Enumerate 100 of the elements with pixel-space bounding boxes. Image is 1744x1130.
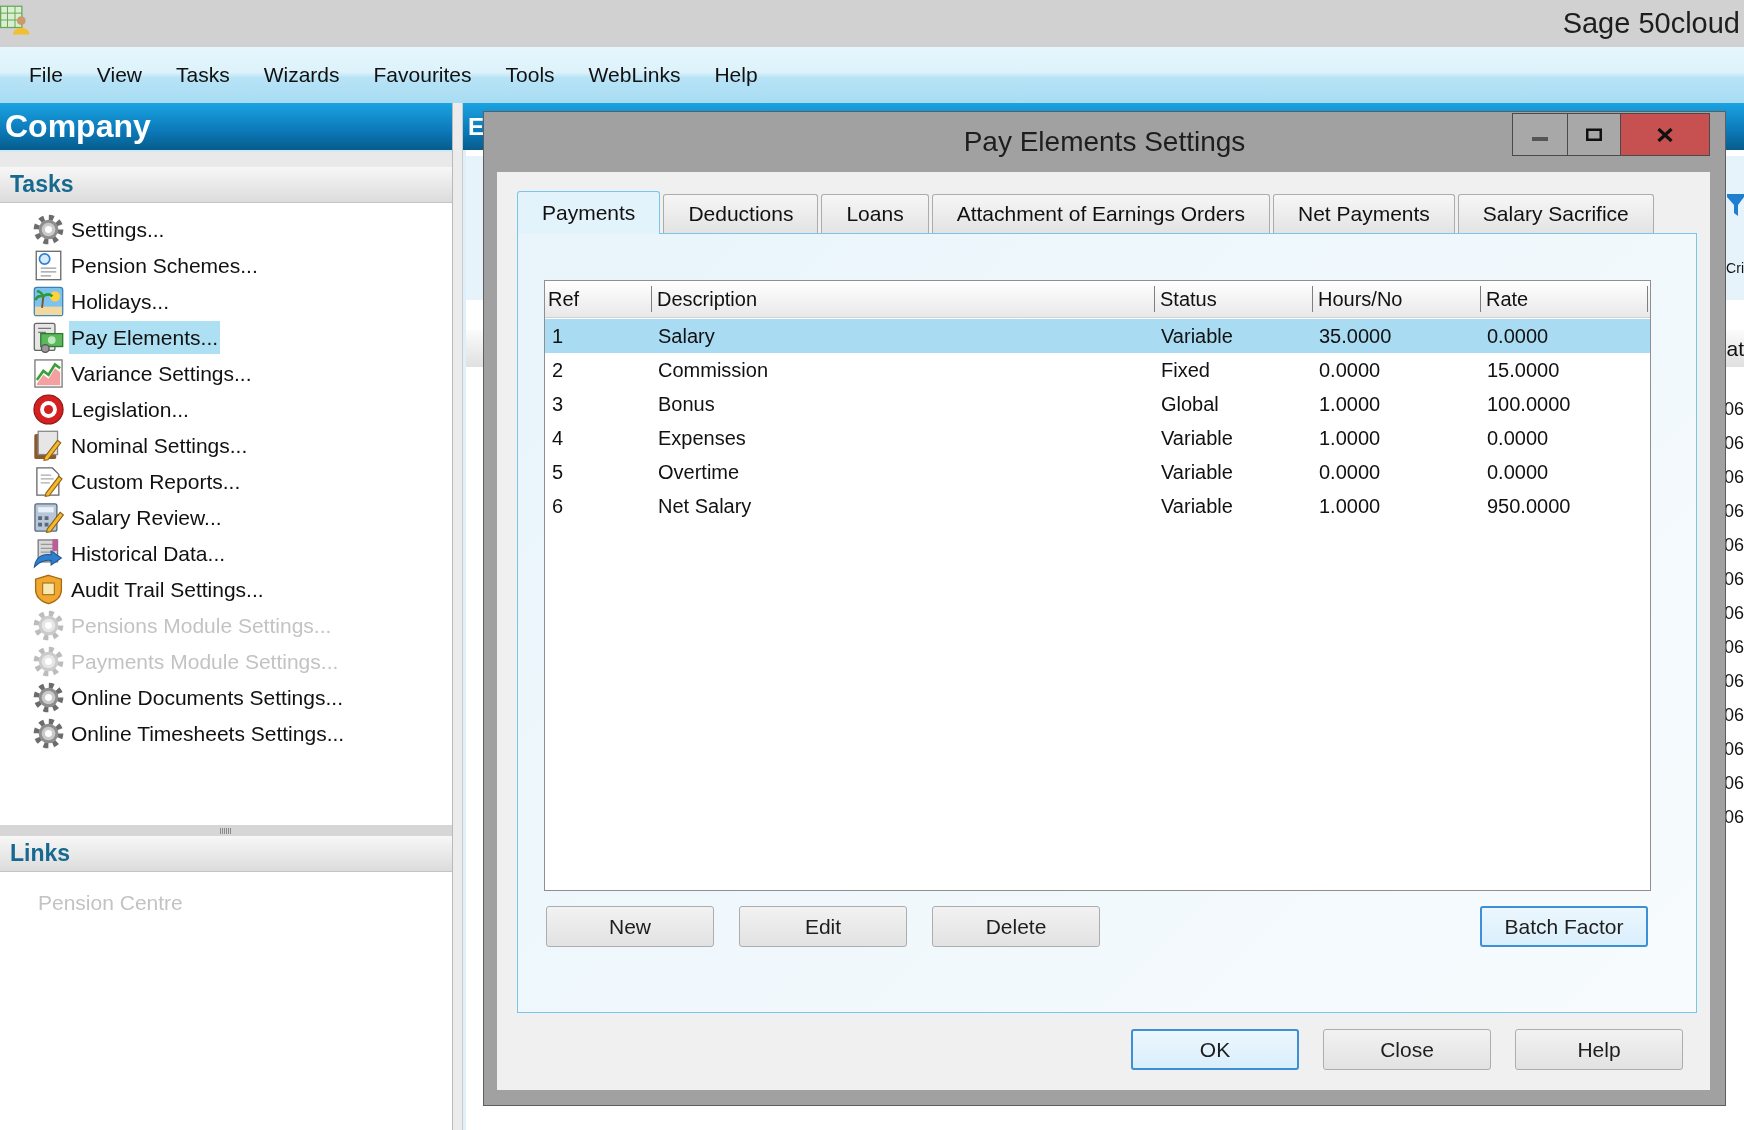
- new-button[interactable]: New: [546, 906, 714, 947]
- tab[interactable]: Payments: [517, 191, 661, 234]
- shield-icon: [33, 573, 64, 605]
- delete-button[interactable]: Delete: [932, 906, 1100, 947]
- column-header[interactable]: Description: [651, 286, 1154, 312]
- task-link[interactable]: Online Documents Settings...: [69, 680, 345, 714]
- tab[interactable]: Loans: [821, 194, 929, 233]
- table-cell-text: Net Salary: [657, 494, 753, 518]
- grid-person-icon: [0, 4, 30, 35]
- column-header[interactable]: at: [1726, 336, 1744, 361]
- table-cell-text: 0.0000: [1318, 460, 1382, 484]
- table-cell-text: Global: [1160, 392, 1220, 416]
- task-link[interactable]: Variance Settings...: [69, 356, 254, 390]
- table-cell-text: Variable: [1160, 460, 1234, 484]
- table-row[interactable]: 2 Commission Fixed 0.0000 15.0000: [545, 353, 1650, 387]
- close-button[interactable]: Close: [1323, 1029, 1491, 1070]
- help-button[interactable]: Help: [1515, 1029, 1683, 1070]
- table-row[interactable]: 6 Net Salary Variable 1.0000 950.0000: [545, 489, 1650, 523]
- table-cell-text: 5: [551, 460, 565, 484]
- menu-item[interactable]: Help: [697, 60, 775, 90]
- task-link[interactable]: Holidays...: [69, 284, 172, 318]
- gear-icon: [33, 717, 64, 749]
- gear-icon: [33, 681, 64, 713]
- menu-item[interactable]: View: [79, 60, 159, 90]
- section-title: Tasks: [10, 171, 74, 198]
- column-header[interactable]: Rate: [1480, 286, 1648, 312]
- table-cell-text: Variable: [1160, 426, 1234, 450]
- menu-item[interactable]: Favourites: [356, 60, 489, 90]
- table-cell-text: 3: [551, 392, 565, 416]
- column-header[interactable]: Status: [1154, 286, 1312, 312]
- minimize-icon: [1532, 136, 1548, 141]
- menu-item[interactable]: Wizards: [246, 60, 357, 90]
- document-icon: [33, 249, 64, 281]
- table-cell-text: 950.0000: [1486, 494, 1572, 518]
- close-icon: [1657, 127, 1673, 142]
- sidebar-title: Company: [5, 108, 151, 145]
- panel-title: E: [468, 112, 484, 141]
- filter-label: Cri: [1726, 260, 1744, 276]
- menu-item[interactable]: Tasks: [159, 60, 247, 90]
- tab[interactable]: Deductions: [663, 194, 819, 233]
- table-row[interactable]: 3 Bonus Global 1.0000 100.0000: [545, 387, 1650, 421]
- table-cell-text: Expenses: [657, 426, 747, 450]
- task-link[interactable]: Audit Trail Settings...: [69, 572, 266, 606]
- document-pencil-icon: [33, 465, 64, 497]
- table-cell-text: Overtime: [657, 460, 741, 484]
- table-cell-text: 0.0000: [1486, 460, 1550, 484]
- banknote-icon: [33, 321, 64, 353]
- maximize-button[interactable]: [1568, 113, 1621, 156]
- notebook-pencil-icon: [33, 429, 64, 461]
- task-link[interactable]: Historical Data...: [69, 536, 228, 570]
- minimize-button[interactable]: [1512, 113, 1568, 156]
- document-arrow-icon: [33, 537, 64, 569]
- table-cell-text: 0.0000: [1486, 426, 1550, 450]
- table-row[interactable]: 4 Expenses Variable 1.0000 0.0000: [545, 421, 1650, 455]
- tab[interactable]: Salary Sacrifice: [1457, 194, 1654, 233]
- table-cell-text: 0.0000: [1486, 324, 1550, 348]
- table-cell-text: 100.0000: [1486, 392, 1572, 416]
- gear-icon: [33, 609, 64, 641]
- task-link[interactable]: Custom Reports...: [69, 464, 243, 498]
- task-link[interactable]: Pension Schemes...: [69, 248, 260, 282]
- dialog-title: Pay Elements Settings: [963, 125, 1246, 159]
- batch-factor-button[interactable]: Batch Factor: [1480, 906, 1648, 947]
- task-link[interactable]: Nominal Settings...: [69, 428, 250, 462]
- table-cell-text: 1.0000: [1318, 426, 1382, 450]
- tab[interactable]: Net Payments: [1272, 194, 1455, 233]
- tab[interactable]: Attachment of Earnings Orders: [931, 194, 1270, 233]
- table-cell-text: 6: [551, 494, 565, 518]
- menu-item[interactable]: WebLinks: [571, 60, 698, 90]
- window-close-button[interactable]: [1621, 113, 1710, 156]
- task-link[interactable]: Pay Elements...: [69, 320, 221, 354]
- app-title: Sage 50cloud: [1562, 7, 1740, 40]
- task-link[interactable]: Salary Review...: [69, 500, 224, 534]
- column-header[interactable]: Ref: [545, 286, 651, 312]
- maximize-icon: [1586, 128, 1602, 141]
- table-cell-text: 15.0000: [1486, 358, 1561, 382]
- menu-item[interactable]: File: [12, 60, 80, 90]
- target-icon: [33, 393, 64, 425]
- beach-picture-icon: [33, 285, 64, 317]
- ok-button[interactable]: OK: [1131, 1029, 1299, 1070]
- table-cell-text: 4: [551, 426, 565, 450]
- task-link[interactable]: Legislation...: [69, 392, 191, 426]
- table-cell-text: Fixed: [1160, 358, 1211, 382]
- menu-item[interactable]: Tools: [488, 60, 572, 90]
- task-link[interactable]: Online Timesheets Settings...: [69, 716, 347, 750]
- column-header[interactable]: Hours/No: [1312, 286, 1480, 312]
- table-row[interactable]: 1 Salary Variable 35.0000 0.0000: [545, 319, 1650, 353]
- funnel-icon: [1727, 194, 1744, 216]
- table-cell-text: 1: [551, 324, 565, 348]
- table-cell-text: 2: [551, 358, 565, 382]
- gear-icon: [33, 213, 64, 245]
- table-cell-text: Variable: [1160, 324, 1234, 348]
- calculator-pencil-icon: [33, 501, 64, 533]
- table-cell-text: 35.0000: [1318, 324, 1393, 348]
- table-row[interactable]: 5 Overtime Variable 0.0000 0.0000: [545, 455, 1650, 489]
- table-cell-text: Variable: [1160, 494, 1234, 518]
- task-link[interactable]: Settings...: [69, 212, 167, 246]
- table-cell-text: Bonus: [657, 392, 716, 416]
- table-cell-text: Salary: [657, 324, 716, 348]
- edit-button[interactable]: Edit: [739, 906, 907, 947]
- line-chart-icon: [33, 357, 64, 389]
